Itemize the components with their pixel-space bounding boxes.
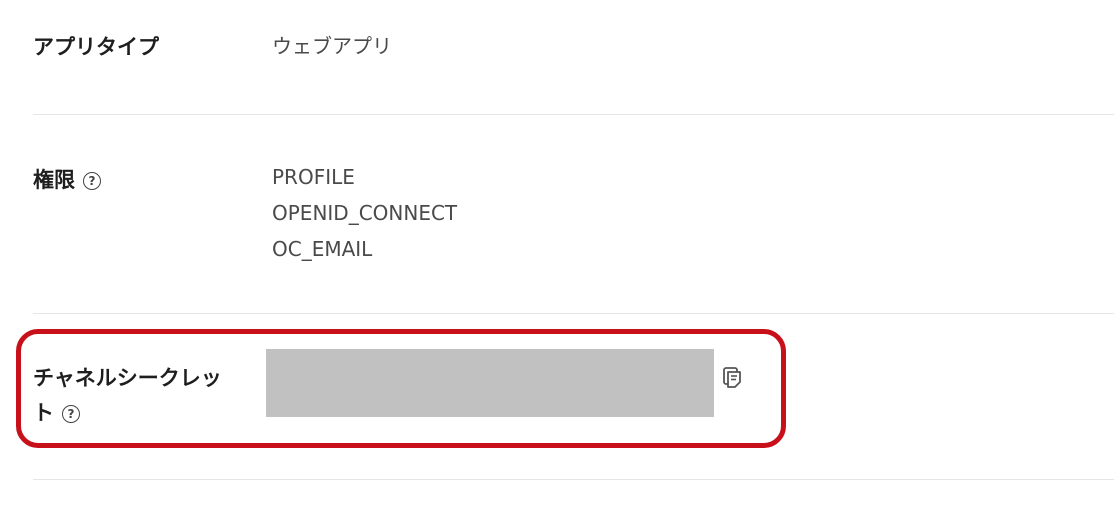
- app-type-label: アプリタイプ: [33, 35, 159, 59]
- permissions-list: PROFILE OPENID_CONNECT OC_EMAIL: [272, 159, 457, 267]
- permission-item: OC_EMAIL: [272, 237, 373, 261]
- permissions-label: 権限: [33, 168, 75, 192]
- divider: [33, 114, 1114, 115]
- permission-item: OPENID_CONNECT: [272, 201, 458, 225]
- app-type-value: ウェブアプリ: [272, 34, 392, 58]
- divider: [33, 479, 1114, 480]
- highlight-annotation: [16, 329, 786, 448]
- permissions-label-row: 権限?: [33, 163, 101, 197]
- help-icon[interactable]: ?: [83, 172, 101, 190]
- permission-item: PROFILE: [272, 165, 355, 189]
- divider: [33, 313, 1114, 314]
